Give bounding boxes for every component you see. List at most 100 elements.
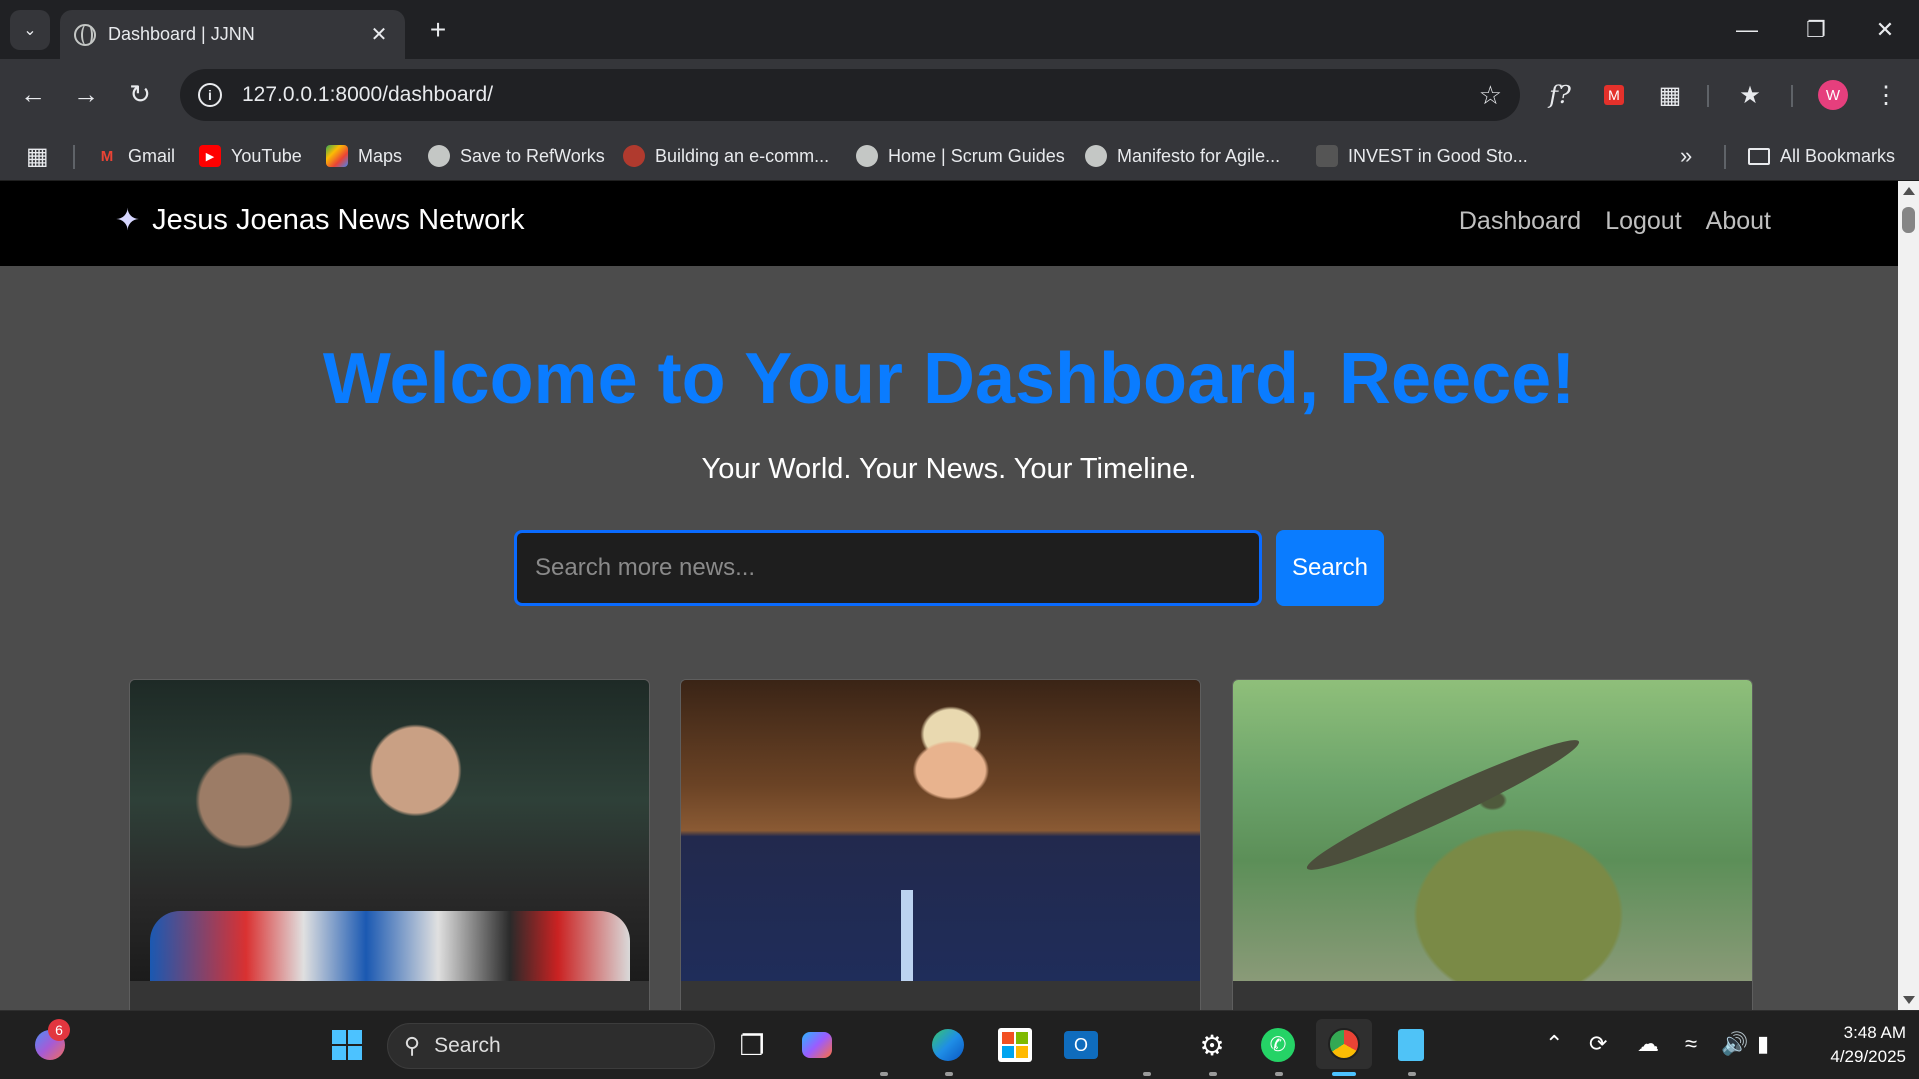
onedrive-cloud-icon[interactable]: ☁ xyxy=(1637,1031,1659,1057)
forward-button[interactable]: → xyxy=(65,73,107,115)
chrome-taskbar-icon[interactable] xyxy=(1316,1019,1372,1069)
address-bar[interactable]: i 127.0.0.1:8000/dashboard/ ☆ xyxy=(180,69,1520,121)
close-tab-icon[interactable]: ✕ xyxy=(367,23,391,47)
search-icon: ⚲ xyxy=(404,1033,421,1058)
nav-link-about[interactable]: About xyxy=(1706,207,1771,236)
tab-strip: ⌄ Dashboard | JJNN ✕ + — ❐ ✕ xyxy=(0,0,1919,59)
battery-icon[interactable]: ▮ xyxy=(1757,1031,1769,1057)
browser-toolbar: ← → ↻ i 127.0.0.1:8000/dashboard/ ☆ f? M… xyxy=(0,59,1919,131)
show-hidden-icons-chevron-icon[interactable]: ⌃ xyxy=(1545,1031,1563,1057)
toolbar-divider xyxy=(1707,85,1709,107)
volume-icon[interactable]: 🔊 xyxy=(1721,1031,1748,1057)
new-tab-button[interactable]: + xyxy=(420,12,456,48)
mendeley-extension-icon[interactable]: M xyxy=(1594,75,1634,115)
sync-icon[interactable]: ⟳ xyxy=(1589,1031,1607,1057)
site-info-icon[interactable]: i xyxy=(198,83,222,107)
bookmarks-star-icon[interactable]: ★ xyxy=(1730,75,1770,115)
tab-search-button[interactable]: ⌄ xyxy=(10,10,50,50)
nav-link-dashboard[interactable]: Dashboard xyxy=(1459,207,1581,236)
wifi-icon[interactable]: ≈ xyxy=(1685,1031,1697,1057)
bookmark-ecommerce[interactable]: Building an e-comm... xyxy=(623,141,829,171)
site-brand[interactable]: ✦ Jesus Joenas News Network xyxy=(115,203,524,238)
clock-date: 4/29/2025 xyxy=(1830,1047,1906,1066)
more-bookmarks-chevron-icon[interactable]: » xyxy=(1680,141,1692,171)
clock-time: 3:48 AM xyxy=(1843,1023,1906,1042)
all-bookmarks-button[interactable]: All Bookmarks xyxy=(1748,141,1895,171)
bookmark-invest[interactable]: INVEST in Good Sto... xyxy=(1316,141,1528,171)
taskbar: 6 ⚲ Search ❐ O ⚙ ✆ ⌃ ⟳ ☁ ≈ 🔊 ▮ 3:48 AM 4… xyxy=(0,1010,1919,1079)
page-title: Welcome to Your Dashboard, Reece! xyxy=(322,339,1576,419)
bookmark-scrum-guides[interactable]: Home | Scrum Guides xyxy=(856,141,1065,171)
nav-link-logout[interactable]: Logout xyxy=(1605,207,1681,236)
page-scrollbar[interactable] xyxy=(1898,181,1919,1010)
notepad-icon[interactable] xyxy=(1389,1023,1433,1067)
taskbar-running-indicator xyxy=(1209,1072,1217,1076)
bookmark-refworks[interactable]: Save to RefWorks xyxy=(428,141,605,171)
taskbar-running-indicator xyxy=(945,1072,953,1076)
bookmark-label: YouTube xyxy=(231,145,302,166)
taskbar-running-indicator xyxy=(880,1072,888,1076)
search-button[interactable]: Search xyxy=(1276,530,1384,606)
restore-button[interactable]: ❐ xyxy=(1789,8,1843,52)
bookmark-label: Gmail xyxy=(128,145,176,166)
menu-kebab-icon[interactable]: ⋮ xyxy=(1866,75,1906,115)
back-button[interactable]: ← xyxy=(12,73,54,115)
news-card[interactable] xyxy=(1232,679,1753,1010)
scrollbar-thumb[interactable] xyxy=(1902,207,1915,233)
maps-icon xyxy=(326,145,348,167)
edge-icon[interactable] xyxy=(926,1023,970,1067)
scroll-down-arrow-icon[interactable] xyxy=(1903,996,1915,1004)
extensions-puzzle-icon[interactable]: ▦ xyxy=(1650,75,1690,115)
active-tab[interactable]: Dashboard | JJNN ✕ xyxy=(60,10,405,59)
gmail-icon: M xyxy=(100,147,114,165)
site-icon xyxy=(1316,145,1338,167)
taskbar-search[interactable]: ⚲ Search xyxy=(387,1023,715,1069)
globe-icon xyxy=(1085,145,1107,167)
bookmarks-divider xyxy=(1724,145,1726,169)
bookmark-maps[interactable]: Maps xyxy=(326,141,402,171)
outlook-icon[interactable]: O xyxy=(1059,1023,1103,1067)
chevron-down-icon: ⌄ xyxy=(23,22,37,39)
news-card[interactable] xyxy=(680,679,1201,1010)
windows-start-icon[interactable] xyxy=(325,1023,369,1067)
satellite-logo-icon: ✦ xyxy=(115,204,141,237)
globe-icon xyxy=(74,23,96,46)
system-clock[interactable]: 3:48 AM 4/29/2025 xyxy=(1806,1021,1906,1069)
bookmark-label: Maps xyxy=(358,145,403,166)
news-search-input[interactable] xyxy=(514,530,1262,606)
site-navbar: ✦ Jesus Joenas News Network Dashboard Lo… xyxy=(0,181,1898,266)
globe-icon xyxy=(856,145,878,167)
close-window-button[interactable]: ✕ xyxy=(1858,8,1912,52)
tab-title: Dashboard | JJNN xyxy=(108,24,255,44)
whatsapp-icon[interactable]: ✆ xyxy=(1256,1023,1300,1067)
bookmarks-divider xyxy=(73,145,75,169)
task-view-icon[interactable]: ❐ xyxy=(730,1023,774,1067)
bookmark-agile-manifesto[interactable]: Manifesto for Agile... xyxy=(1085,141,1280,171)
globe-icon xyxy=(428,145,450,167)
settings-gear-icon[interactable]: ⚙ xyxy=(1190,1023,1234,1067)
bookmark-label: Home | Scrum Guides xyxy=(888,145,1065,166)
notification-badge: 6 xyxy=(48,1019,70,1041)
newt-on-rock-photo xyxy=(1233,680,1752,981)
press-conference-photo xyxy=(130,680,649,981)
taskbar-running-indicator xyxy=(1143,1072,1151,1076)
news-card[interactable] xyxy=(129,679,650,1010)
formula-extension-icon[interactable]: f? xyxy=(1540,75,1580,115)
reload-button[interactable]: ↻ xyxy=(119,73,161,115)
taskbar-running-indicator xyxy=(1275,1072,1283,1076)
page-subtitle: Your World. Your News. Your Timeline. xyxy=(701,453,1197,485)
all-bookmarks-label: All Bookmarks xyxy=(1780,145,1896,166)
bookmark-label: Building an e-comm... xyxy=(655,145,830,166)
taskbar-running-indicator xyxy=(1408,1072,1416,1076)
bookmark-star-icon[interactable]: ☆ xyxy=(1479,80,1502,111)
bookmark-gmail[interactable]: M Gmail xyxy=(96,141,175,171)
site-nav-links: Dashboard Logout About xyxy=(1459,207,1771,236)
copilot-icon[interactable] xyxy=(795,1023,839,1067)
microsoft-store-icon[interactable] xyxy=(993,1023,1037,1067)
profile-avatar[interactable]: W xyxy=(1818,80,1848,110)
apps-grid-icon[interactable]: ▦ xyxy=(26,141,49,171)
bookmark-youtube[interactable]: ▶ YouTube xyxy=(199,141,302,171)
bookmark-label: Save to RefWorks xyxy=(460,145,605,166)
scroll-up-arrow-icon[interactable] xyxy=(1903,187,1915,195)
minimize-button[interactable]: — xyxy=(1720,8,1774,52)
